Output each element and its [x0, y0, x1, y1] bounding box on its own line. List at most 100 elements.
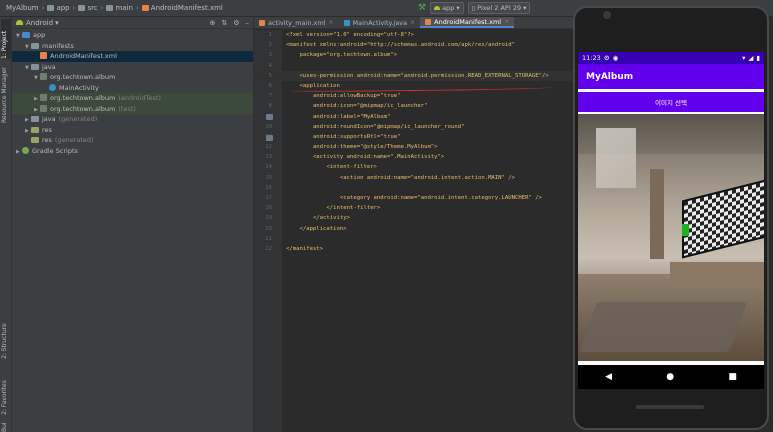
close-icon[interactable]: ×: [329, 19, 334, 26]
code-line: 19 </activity>: [254, 213, 574, 223]
gear-icon[interactable]: ⚙: [233, 19, 239, 27]
code-line: 11 android:supportsRtl="true": [254, 132, 574, 142]
code-text: android:roundIcon="@mipmap/ic_launcher_r…: [286, 123, 465, 130]
run-config-label: app: [442, 4, 455, 12]
recents-icon[interactable]: ■: [728, 372, 737, 382]
status-time: 11:23: [582, 54, 601, 62]
tree-item[interactable]: ▼ java: [12, 62, 253, 73]
signal-icon: ◢: [748, 54, 754, 62]
image-gutter-icon[interactable]: [266, 135, 273, 141]
android-icon: [16, 20, 23, 25]
side-tab-structure[interactable]: 2: Structure: [1, 317, 11, 359]
class-icon: [49, 83, 56, 91]
side-tab-project[interactable]: 1: Project: [1, 19, 11, 59]
tree-item[interactable]: ▶ org.techtown.album (test): [12, 103, 253, 114]
code-text: <intent-filter>: [286, 164, 377, 171]
camera-icon: [603, 11, 611, 19]
chevron-down-icon: ▾: [456, 4, 460, 12]
tree-item-label: org.techtown.album: [50, 104, 116, 113]
breadcrumb-main[interactable]: main: [115, 4, 133, 12]
folder-icon: [47, 5, 55, 11]
tree-item[interactable]: ▼ manifests: [12, 41, 253, 52]
tree-item[interactable]: ▼ app: [12, 30, 253, 41]
build-hammer-icon[interactable]: ⚒: [418, 3, 426, 13]
run-config-select[interactable]: app ▾: [430, 2, 464, 14]
folder-icon: [106, 5, 114, 11]
image-gutter-icon[interactable]: [266, 114, 273, 120]
editor-tab[interactable]: AndroidManifest.xml ×: [420, 17, 515, 28]
close-icon[interactable]: ×: [410, 19, 415, 26]
code-line: 16: [254, 183, 574, 193]
tree-item[interactable]: AndroidManifest.xml: [12, 51, 253, 62]
package-icon: [40, 104, 47, 112]
settings-icon: ⚙: [603, 54, 610, 62]
code-line: 4: [254, 61, 574, 71]
android-icon: [434, 6, 441, 10]
back-icon[interactable]: ◀: [605, 372, 612, 382]
line-number: 7: [268, 93, 272, 100]
battery-icon: ▮: [756, 54, 760, 62]
code-line: 3 package="org.techtown.album">: [254, 50, 574, 60]
device-select[interactable]: ▯ Pixel 2 API 29 ▾: [467, 2, 531, 14]
editor-tab[interactable]: activity_main.xml ×: [254, 17, 339, 28]
line-number: 1: [268, 32, 272, 38]
side-tab-resource-manager[interactable]: Resource Manager: [1, 63, 11, 123]
side-tab-build-variants[interactable]: Build Variants: [1, 422, 11, 432]
locate-icon[interactable]: ⊕: [209, 19, 215, 27]
tree-item[interactable]: ▶ org.techtown.album (androidTest): [12, 93, 253, 104]
folder-icon: [31, 42, 39, 49]
code-line: 10 android:roundIcon="@mipmap/ic_launche…: [254, 122, 574, 132]
code-text: </application>: [286, 225, 347, 232]
file-type-icon: [425, 18, 432, 25]
code-text: android:label="MyAlbum": [286, 113, 391, 120]
editor-tab[interactable]: MainActivity.java ×: [339, 17, 421, 28]
line-number: 8: [268, 103, 272, 110]
code-text: <activity android:name=".MainActivity">: [286, 154, 445, 161]
breadcrumb-file[interactable]: AndroidManifest.xml: [151, 4, 223, 12]
code-text: </manifest>: [286, 245, 324, 252]
tree-item-label: manifests: [42, 41, 74, 50]
phone-icon: ▯: [471, 4, 476, 12]
line-number: 15: [265, 174, 272, 181]
collapse-icon[interactable]: ⇅: [221, 19, 227, 27]
editor-tabs: activity_main.xml × MainActivity.java × Andr…: [254, 17, 573, 29]
app-title: MyAlbum: [578, 64, 764, 89]
code-line: 18 </intent-filter>: [254, 203, 574, 213]
home-icon[interactable]: ●: [666, 372, 674, 382]
tree-item[interactable]: MainActivity: [12, 83, 253, 94]
code-text: <uses-permission android:name="android.p…: [286, 72, 549, 79]
tree-item-suffix: (test): [118, 104, 136, 113]
code-line: 8 android:icon="@mipmap/ic_launcher": [254, 101, 574, 111]
line-number: 13: [265, 154, 272, 161]
code-line: 5 <uses-permission android:name="android…: [254, 70, 574, 81]
tree-item[interactable]: ▶ Gradle Scripts: [12, 146, 253, 157]
project-panel-tools: ⊕ ⇅ ⚙ –: [209, 19, 249, 27]
code-line: 15 <action android:name="android.intent.…: [254, 173, 574, 183]
breadcrumb-module[interactable]: app: [56, 4, 69, 12]
chevron-down-icon: ▾: [523, 4, 527, 12]
breadcrumb-src[interactable]: src: [87, 4, 97, 12]
code-text: android:theme="@style/Theme.MyAlbum">: [286, 144, 438, 151]
tree-item[interactable]: ▶ java (generated): [12, 114, 253, 125]
code-area[interactable]: 1 <?xml version="1.0" encoding="utf-8"?> 2…: [254, 30, 574, 254]
pick-image-button[interactable]: 이미지 선택: [578, 92, 764, 112]
code-text: </intent-filter>: [286, 205, 381, 212]
wifi-icon: ▾: [742, 54, 746, 62]
chevron-down-icon: ▾: [55, 18, 59, 27]
tree-item-label: AndroidManifest.xml: [50, 52, 117, 60]
tree-item[interactable]: ▼ org.techtown.album: [12, 72, 253, 83]
folder-res-icon: [31, 126, 39, 133]
project-view-mode: Android: [26, 18, 54, 27]
code-line: 9 android:label="MyAlbum": [254, 112, 574, 122]
gradle-icon: [22, 146, 29, 154]
expand-arrow-icon[interactable]: ▶: [16, 147, 22, 158]
close-icon[interactable]: ×: [504, 18, 509, 25]
breadcrumb-project[interactable]: MyAlbum: [6, 4, 39, 12]
editor-tab-label: activity_main.xml: [268, 18, 326, 27]
tree-item[interactable]: res (generated): [12, 135, 253, 146]
line-number: 12: [265, 144, 272, 151]
side-tab-favorites[interactable]: 2: Favorites: [1, 373, 11, 415]
minimize-icon[interactable]: –: [246, 19, 250, 27]
tree-item[interactable]: ▶ res: [12, 125, 253, 136]
android-nav-bar: ◀ ● ■: [578, 365, 764, 389]
